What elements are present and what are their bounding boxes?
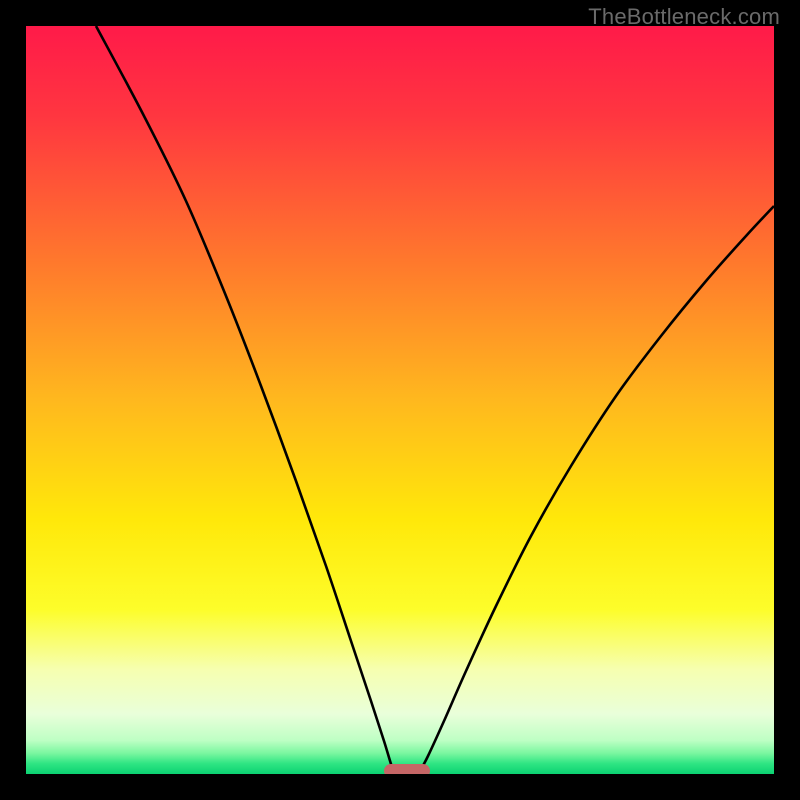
- watermark-text: TheBottleneck.com: [588, 4, 780, 30]
- bottleneck-curve: [26, 26, 774, 774]
- plot-area: [26, 26, 774, 774]
- curve-right: [420, 206, 774, 771]
- minimum-marker: [384, 764, 430, 774]
- curve-left: [96, 26, 394, 771]
- outer-frame: TheBottleneck.com: [0, 0, 800, 800]
